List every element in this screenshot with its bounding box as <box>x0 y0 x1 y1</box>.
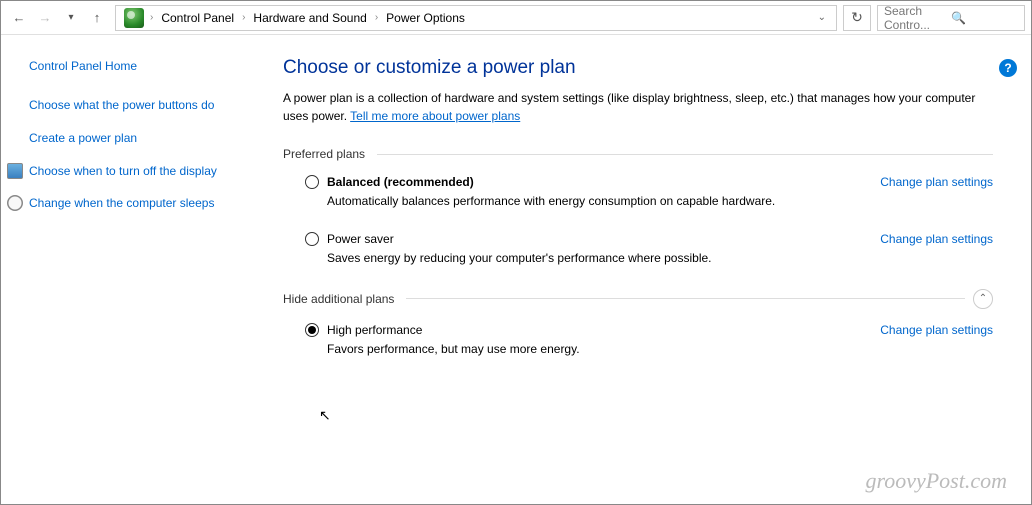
cursor-icon: ↖ <box>319 407 331 424</box>
forward-button[interactable]: → <box>33 6 57 30</box>
page-description: A power plan is a collection of hardware… <box>283 89 993 125</box>
search-placeholder: Search Contro... <box>884 4 951 32</box>
sidebar: Control Panel Home Choose what the power… <box>1 35 269 504</box>
sidebar-link-label: Choose what the power buttons do <box>29 97 214 114</box>
chevron-right-icon: › <box>373 12 380 23</box>
sidebar-link-label: Change when the computer sleeps <box>29 195 214 212</box>
recent-dropdown[interactable]: ▾ <box>59 6 83 30</box>
search-input[interactable]: Search Contro... 🔍 <box>877 5 1025 31</box>
watermark: groovyPost.com <box>865 468 1007 494</box>
sidebar-link-label: Create a power plan <box>29 130 137 147</box>
plan-radio[interactable] <box>305 175 319 189</box>
plan-description: Automatically balances performance with … <box>305 193 993 210</box>
collapse-button[interactable]: ⌃ <box>973 289 993 309</box>
breadcrumb-item[interactable]: Control Panel <box>155 11 240 25</box>
plan-radio[interactable] <box>305 323 319 337</box>
change-plan-settings-link[interactable]: Change plan settings <box>880 323 993 337</box>
refresh-button[interactable]: ↻ <box>843 5 871 31</box>
sidebar-link[interactable]: Choose when to turn off the display <box>29 163 251 180</box>
main-content: Choose or customize a power plan A power… <box>269 35 1031 504</box>
sidebar-link[interactable]: Choose what the power buttons do <box>29 97 251 114</box>
learn-more-link[interactable]: Tell me more about power plans <box>350 109 520 123</box>
clock-icon <box>7 195 23 211</box>
sidebar-link[interactable]: Change when the computer sleeps <box>29 195 251 212</box>
breadcrumb-item[interactable]: Power Options <box>380 11 471 25</box>
page-title: Choose or customize a power plan <box>283 57 993 79</box>
breadcrumb-item[interactable]: Hardware and Sound <box>247 11 372 25</box>
address-bar[interactable]: › Control Panel › Hardware and Sound › P… <box>115 5 837 31</box>
plan-name[interactable]: Balanced (recommended) <box>327 175 474 189</box>
change-plan-settings-link[interactable]: Change plan settings <box>880 175 993 189</box>
address-toolbar: ← → ▾ ↑ › Control Panel › Hardware and S… <box>1 1 1031 35</box>
control-panel-icon <box>124 8 144 28</box>
search-icon: 🔍 <box>951 11 1018 25</box>
plan-description: Saves energy by reducing your computer's… <box>305 250 993 267</box>
chevron-right-icon: › <box>148 12 155 23</box>
up-button[interactable]: ↑ <box>85 6 109 30</box>
back-button[interactable]: ← <box>7 6 31 30</box>
plan-radio[interactable] <box>305 232 319 246</box>
preferred-plans-label: Preferred plans <box>283 147 377 161</box>
plan-description: Favors performance, but may use more ene… <box>305 341 993 358</box>
plan-name[interactable]: High performance <box>327 323 422 337</box>
address-dropdown-icon[interactable]: ⌄ <box>812 12 832 23</box>
control-panel-home-link[interactable]: Control Panel Home <box>29 59 251 73</box>
sidebar-link-label: Choose when to turn off the display <box>29 163 217 180</box>
additional-plans-label: Hide additional plans <box>283 292 406 306</box>
plan-name[interactable]: Power saver <box>327 232 394 246</box>
change-plan-settings-link[interactable]: Change plan settings <box>880 232 993 246</box>
chevron-right-icon: › <box>240 12 247 23</box>
mon-icon <box>7 163 23 179</box>
sidebar-link[interactable]: Create a power plan <box>29 130 251 147</box>
